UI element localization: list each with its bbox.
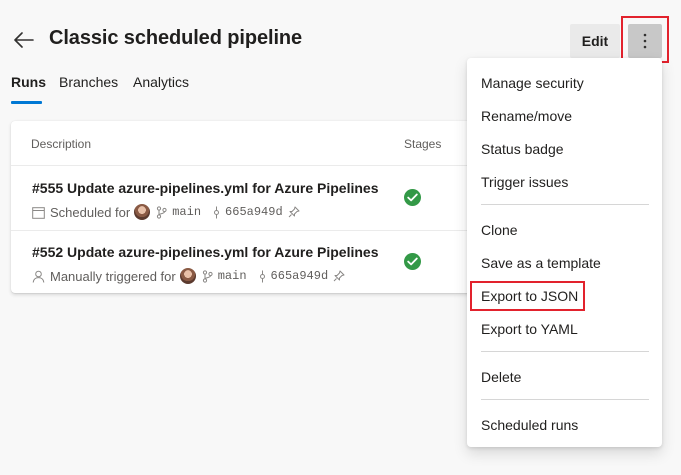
commit-icon bbox=[213, 206, 220, 219]
column-header-description: Description bbox=[31, 137, 92, 151]
menu-item-delete[interactable]: Delete bbox=[467, 360, 662, 393]
branch-name[interactable]: main bbox=[218, 269, 247, 283]
stage-success-icon[interactable] bbox=[404, 253, 421, 270]
back-button[interactable] bbox=[12, 28, 36, 52]
menu-separator bbox=[481, 351, 649, 352]
branch-name[interactable]: main bbox=[172, 205, 201, 219]
tab-analytics[interactable]: Analytics bbox=[133, 74, 189, 90]
table-row[interactable]: #555 Update azure-pipelines.yml for Azur… bbox=[11, 166, 481, 230]
run-meta: Manually triggered for main 665a949d bbox=[32, 266, 350, 286]
avatar bbox=[134, 204, 151, 220]
tab-branches[interactable]: Branches bbox=[59, 74, 118, 90]
avatar bbox=[179, 268, 196, 284]
column-header-stages: Stages bbox=[404, 137, 442, 151]
menu-item-manage-security[interactable]: Manage security bbox=[467, 66, 662, 99]
runs-table: Description Stages #555 Update azure-pip… bbox=[11, 121, 481, 293]
commit-id[interactable]: 665a949d bbox=[225, 205, 283, 219]
menu-item-status-badge[interactable]: Status badge bbox=[467, 132, 662, 165]
branch-icon bbox=[156, 205, 167, 219]
more-vertical-icon bbox=[643, 33, 647, 49]
person-icon bbox=[32, 270, 45, 283]
stage-success-icon[interactable] bbox=[404, 189, 421, 206]
arrow-left-icon bbox=[14, 32, 34, 48]
run-title: #555 Update azure-pipelines.yml for Azur… bbox=[32, 180, 379, 196]
menu-item-scheduled-runs[interactable]: Scheduled runs bbox=[467, 408, 662, 441]
pin-icon bbox=[288, 206, 300, 218]
edit-button[interactable]: Edit bbox=[570, 24, 620, 58]
run-meta: Scheduled for main 665a949d bbox=[32, 202, 305, 222]
more-actions-button[interactable] bbox=[628, 24, 662, 58]
menu-item-save-as-template[interactable]: Save as a template bbox=[467, 246, 662, 279]
branch-icon bbox=[202, 269, 213, 283]
tab-runs[interactable]: Runs bbox=[11, 74, 46, 90]
table-row[interactable]: #552 Update azure-pipelines.yml for Azur… bbox=[11, 230, 481, 294]
menu-item-rename-move[interactable]: Rename/move bbox=[467, 99, 662, 132]
menu-item-export-json[interactable]: Export to JSON bbox=[467, 279, 662, 312]
run-title: #552 Update azure-pipelines.yml for Azur… bbox=[32, 244, 379, 260]
run-trigger: Scheduled for bbox=[50, 204, 131, 220]
commit-icon bbox=[259, 270, 266, 283]
more-actions-menu: Manage security Rename/move Status badge… bbox=[467, 58, 662, 447]
commit-id[interactable]: 665a949d bbox=[271, 269, 329, 283]
calendar-icon bbox=[32, 206, 45, 219]
page-title: Classic scheduled pipeline bbox=[49, 27, 303, 49]
active-tab-indicator bbox=[11, 101, 42, 104]
menu-item-clone[interactable]: Clone bbox=[467, 213, 662, 246]
menu-item-export-yaml[interactable]: Export to YAML bbox=[467, 312, 662, 345]
menu-separator bbox=[481, 204, 649, 205]
menu-separator bbox=[481, 399, 649, 400]
menu-item-trigger-issues[interactable]: Trigger issues bbox=[467, 165, 662, 198]
pin-icon bbox=[333, 270, 345, 282]
run-trigger: Manually triggered for bbox=[50, 268, 176, 284]
